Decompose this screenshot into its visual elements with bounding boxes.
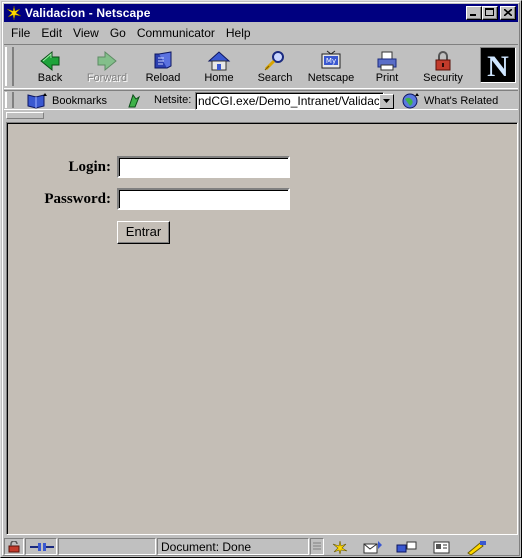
chevron-down-icon bbox=[383, 99, 390, 103]
forward-arrow-icon bbox=[97, 50, 117, 72]
security-status-cell[interactable] bbox=[4, 538, 24, 555]
close-button[interactable] bbox=[500, 6, 516, 20]
printer-icon bbox=[377, 51, 397, 71]
window-title: Validacion - Netscape bbox=[25, 6, 151, 20]
browser-window: Validacion - Netscape File Edit View Go … bbox=[0, 0, 522, 558]
url-dropdown-button[interactable] bbox=[379, 94, 394, 109]
toolbar-grip[interactable] bbox=[5, 47, 14, 86]
back-button[interactable]: Back bbox=[22, 45, 78, 89]
location-toolbar-grip[interactable] bbox=[5, 92, 14, 108]
bookmarks-label: Bookmarks bbox=[52, 94, 108, 107]
my-netscape-icon: My bbox=[321, 50, 341, 69]
entrar-button[interactable]: Entrar bbox=[117, 221, 170, 244]
mail-icon[interactable] bbox=[362, 540, 384, 555]
login-input[interactable] bbox=[117, 156, 290, 178]
connection-plug-icon bbox=[30, 543, 54, 551]
component-bar bbox=[325, 538, 518, 555]
back-arrow-icon bbox=[40, 50, 60, 72]
reload-icon bbox=[154, 51, 172, 69]
toolbar-collapse-strip bbox=[4, 112, 518, 120]
print-label: Print bbox=[375, 72, 399, 84]
progress-cell bbox=[58, 538, 156, 555]
location-proxy-icon[interactable] bbox=[126, 93, 142, 109]
page-content: Login: Password: Entrar bbox=[6, 122, 518, 535]
maximize-button[interactable] bbox=[482, 6, 498, 20]
print-button[interactable]: Print bbox=[359, 45, 415, 89]
navigation-toolbar: Back Forward Reload Home Search My Netsc… bbox=[4, 44, 518, 89]
home-label: Home bbox=[204, 72, 234, 84]
forward-button[interactable]: Forward bbox=[79, 45, 135, 89]
netscape-app-icon bbox=[6, 5, 22, 21]
security-label: Security bbox=[423, 72, 463, 84]
menu-file[interactable]: File bbox=[10, 26, 31, 40]
url-input[interactable]: ndCGI.exe/Demo_Intranet/Validacion bbox=[195, 92, 384, 110]
menu-communicator[interactable]: Communicator bbox=[136, 26, 216, 40]
home-icon bbox=[207, 51, 231, 71]
title-bar[interactable]: Validacion - Netscape bbox=[4, 4, 518, 22]
location-toolbar: Bookmarks Netsite: ndCGI.exe/Demo_Intran… bbox=[4, 90, 518, 110]
reload-button[interactable]: Reload bbox=[135, 45, 191, 89]
minimize-button[interactable] bbox=[466, 6, 482, 20]
navigator-icon[interactable] bbox=[331, 540, 349, 555]
close-icon bbox=[504, 9, 512, 16]
status-bar: Document: Done bbox=[4, 537, 518, 555]
maximize-icon bbox=[485, 8, 494, 16]
login-label: Login: bbox=[68, 159, 111, 175]
svg-text:My: My bbox=[326, 57, 336, 65]
search-button[interactable]: Search bbox=[247, 45, 303, 89]
status-grip-cell bbox=[310, 538, 324, 555]
menu-help[interactable]: Help bbox=[225, 26, 252, 40]
search-label: Search bbox=[257, 72, 293, 84]
password-input[interactable] bbox=[117, 188, 290, 210]
toolbar-collapse-tab[interactable] bbox=[6, 112, 44, 119]
netsite-label: Netsite: bbox=[154, 94, 192, 106]
my-netscape-label: Netscape bbox=[307, 72, 355, 84]
forward-label: Forward bbox=[86, 72, 128, 84]
minimize-icon bbox=[470, 14, 476, 16]
menu-view[interactable]: View bbox=[72, 26, 100, 40]
home-button[interactable]: Home bbox=[191, 45, 247, 89]
bookmarks-icon bbox=[27, 93, 47, 109]
composer-icon[interactable] bbox=[466, 540, 488, 555]
whats-related-button[interactable]: What's Related bbox=[401, 92, 498, 109]
my-netscape-button[interactable]: My Netscape bbox=[303, 45, 359, 89]
address-book-icon[interactable] bbox=[432, 540, 452, 555]
reload-label: Reload bbox=[145, 72, 181, 84]
security-lock-status-icon bbox=[8, 541, 20, 553]
password-label: Password: bbox=[44, 191, 111, 207]
security-button[interactable]: Security bbox=[415, 45, 471, 89]
netscape-logo[interactable]: N bbox=[480, 47, 516, 83]
whats-related-label: What's Related bbox=[424, 94, 499, 107]
padlock-icon bbox=[435, 51, 451, 71]
menu-bar: File Edit View Go Communicator Help bbox=[4, 23, 518, 43]
bookmarks-button[interactable]: Bookmarks bbox=[26, 92, 107, 109]
search-icon bbox=[264, 51, 284, 71]
globe-icon bbox=[402, 93, 419, 109]
netscape-logo-letter: N bbox=[487, 50, 509, 83]
grip-icon bbox=[313, 542, 321, 550]
newsgroups-icon[interactable] bbox=[396, 540, 418, 555]
back-label: Back bbox=[37, 72, 63, 84]
menu-go[interactable]: Go bbox=[109, 26, 127, 40]
status-text: Document: Done bbox=[157, 538, 309, 555]
menu-edit[interactable]: Edit bbox=[40, 26, 63, 40]
connection-status-cell[interactable] bbox=[25, 538, 57, 555]
